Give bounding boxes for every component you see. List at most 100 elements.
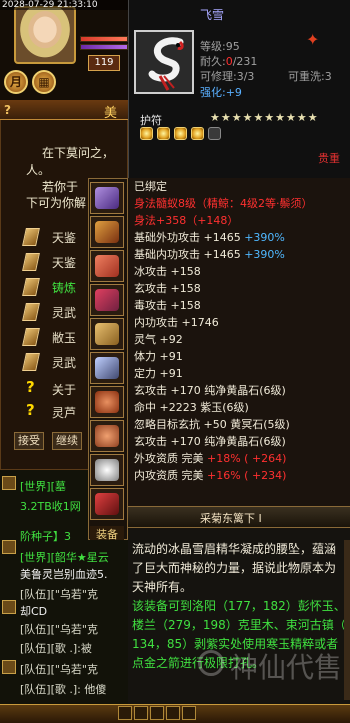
stat-text: 玄攻击 +158 xyxy=(134,282,201,295)
chat-channel-icon[interactable] xyxy=(2,540,16,554)
stat-text: 玄攻击 +170 纯净黄晶石(6级) xyxy=(134,435,286,448)
boots-icon xyxy=(95,357,119,379)
menu-button[interactable]: ▦ xyxy=(32,70,56,94)
hotbar-slot[interactable] xyxy=(166,706,180,720)
equipment-slot[interactable] xyxy=(90,352,124,384)
value-label: 贵重 xyxy=(318,152,340,165)
stat-text: 定力 +91 xyxy=(134,367,183,380)
stat-text: 内攻资质 完美 xyxy=(134,469,207,482)
chat-channel-icon[interactable] xyxy=(2,660,16,674)
stat-bonus: +390% xyxy=(244,231,285,244)
scroll-icon xyxy=(95,221,119,243)
bat-icon: ✦ xyxy=(306,30,320,49)
continue-button[interactable]: 继续 xyxy=(52,432,82,450)
mp-bar xyxy=(80,44,128,50)
stat-line: 灵气 +92 xyxy=(134,331,183,348)
set-name: 采菊东篱下 I xyxy=(200,512,262,525)
gem-socket-icon xyxy=(208,127,221,140)
stat-line: 玄攻击 +170 纯净黄晶石(6级) xyxy=(134,382,286,399)
chat-message: [队伍]["乌若"克 xyxy=(20,623,98,636)
feather-icon xyxy=(95,187,119,209)
stat-line: 冰攻击 +158 xyxy=(134,263,201,280)
durability-label: 耐久:0/231 xyxy=(200,55,258,68)
stat-text: 毒攻击 +158 xyxy=(134,299,201,312)
stat-text: 玄攻击 +170 纯净黄晶石(6级) xyxy=(134,384,286,397)
stat-text: 身法+358（+148） xyxy=(134,214,239,227)
equipment-slot[interactable] xyxy=(90,318,124,350)
stat-text: 身法髓蚁8级（精鲸：4级2等·鬃须） xyxy=(134,197,313,210)
question-mark-icon: ? xyxy=(26,378,35,396)
equipment-label: 装备 xyxy=(90,526,124,541)
talisman-label: 护符 xyxy=(140,114,162,127)
hp-bar xyxy=(80,36,128,42)
stat-line: 玄攻击 +158 xyxy=(134,280,201,297)
hotbar-slot[interactable] xyxy=(118,706,132,720)
description-line: 了巨大而神秘的力量，据说此物原本为 xyxy=(132,561,337,575)
question-mark-icon: ? xyxy=(26,401,35,419)
stat-bonus: +18% ( +264) xyxy=(207,452,287,465)
stat-text: 灵气 +92 xyxy=(134,333,183,346)
stat-text: 忽略目标玄抗 +50 黄冥石(5级) xyxy=(134,418,290,431)
moon-button[interactable]: 月 xyxy=(4,70,28,94)
stat-text: 外攻资质 完美 xyxy=(134,452,207,465)
gem-socket-icon xyxy=(140,127,153,140)
watermark-logo xyxy=(198,650,224,676)
accept-button[interactable]: 接受 xyxy=(14,432,44,450)
stat-line: 基础外功攻击 +1465 +390% xyxy=(134,229,285,246)
bracelet-icon xyxy=(95,459,119,481)
description-line: 楼兰（279，198）克里木、束河古镇（ xyxy=(132,618,346,632)
quest-title: 美 xyxy=(104,106,118,121)
equipment-slot[interactable] xyxy=(90,386,124,418)
level-label: 等级:95 xyxy=(200,40,240,53)
ring-icon xyxy=(95,425,119,447)
item-name: 飞雪 xyxy=(200,8,225,22)
description-line: 天神所有。 xyxy=(132,580,193,594)
stat-text: 基础外功攻击 +1465 xyxy=(134,231,245,244)
sword-icon xyxy=(95,289,119,311)
chat-message: [队伍][歌 .]:被 xyxy=(20,642,92,655)
chat-message: [队伍]["乌若"克 xyxy=(20,588,98,601)
stat-line: 已绑定 xyxy=(134,178,167,195)
stat-line: 定力 +91 xyxy=(134,365,183,382)
equipment-slot[interactable] xyxy=(90,284,124,316)
stat-text: 冰攻击 +158 xyxy=(134,265,201,278)
stat-line: 身法髓蚁8级（精鲸：4级2等·鬃须） xyxy=(134,195,313,212)
character-portrait[interactable] xyxy=(14,6,76,64)
help-icon[interactable]: ? xyxy=(4,103,11,117)
chat-message: 却CD xyxy=(20,605,48,618)
equipment-slot[interactable] xyxy=(90,216,124,248)
stat-line: 内功攻击 +1746 xyxy=(134,314,219,331)
timestamp: 2028-07-29 21:33:10 xyxy=(0,0,128,10)
stat-text: 命中 +2223 紫玉(6级) xyxy=(134,401,249,414)
bell-icon xyxy=(95,255,119,277)
equipment-slot[interactable] xyxy=(90,488,124,520)
ring-icon xyxy=(95,391,119,413)
gem-socket-icon xyxy=(191,127,204,140)
stat-line: 内攻资质 完美 +16% ( +234) xyxy=(134,467,286,484)
star-rating: ★★★★★★★★★★ xyxy=(210,111,319,124)
armor-icon xyxy=(95,323,119,345)
chat-message: 美鲁灵岂别血迹5. xyxy=(20,568,108,581)
equipment-slot[interactable] xyxy=(90,420,124,452)
stat-line: 基础内功攻击 +1465 +390% xyxy=(134,246,285,263)
chat-channel-icon[interactable] xyxy=(2,600,16,614)
hotbar-slot[interactable] xyxy=(134,706,148,720)
stat-line: 忽略目标玄抗 +50 黄冥石(5级) xyxy=(134,416,290,433)
stat-text: 内功攻击 +1746 xyxy=(134,316,219,329)
stat-text: 已绑定 xyxy=(134,180,167,193)
chat-message: [队伍][歌 .]: 他傻 xyxy=(20,683,107,696)
stat-line: 身法+358（+148） xyxy=(134,212,238,229)
chat-message: [世界][韶华★星云 xyxy=(20,551,109,564)
equipment-slot[interactable] xyxy=(90,250,124,282)
equipment-slot[interactable] xyxy=(90,182,124,214)
stat-bonus: +390% xyxy=(244,248,285,261)
chat-channel-icon[interactable] xyxy=(2,476,16,490)
equipment-slot[interactable] xyxy=(90,454,124,486)
stat-line: 毒攻击 +158 xyxy=(134,297,201,314)
stat-bonus: +16% ( +234) xyxy=(207,469,287,482)
necklace-icon xyxy=(95,493,119,515)
hotbar-slot[interactable] xyxy=(182,706,196,720)
hotbar-slot[interactable] xyxy=(150,706,164,720)
chat-message: [队伍]["乌若"克 xyxy=(20,663,98,676)
gem-socket-icon xyxy=(157,127,170,140)
